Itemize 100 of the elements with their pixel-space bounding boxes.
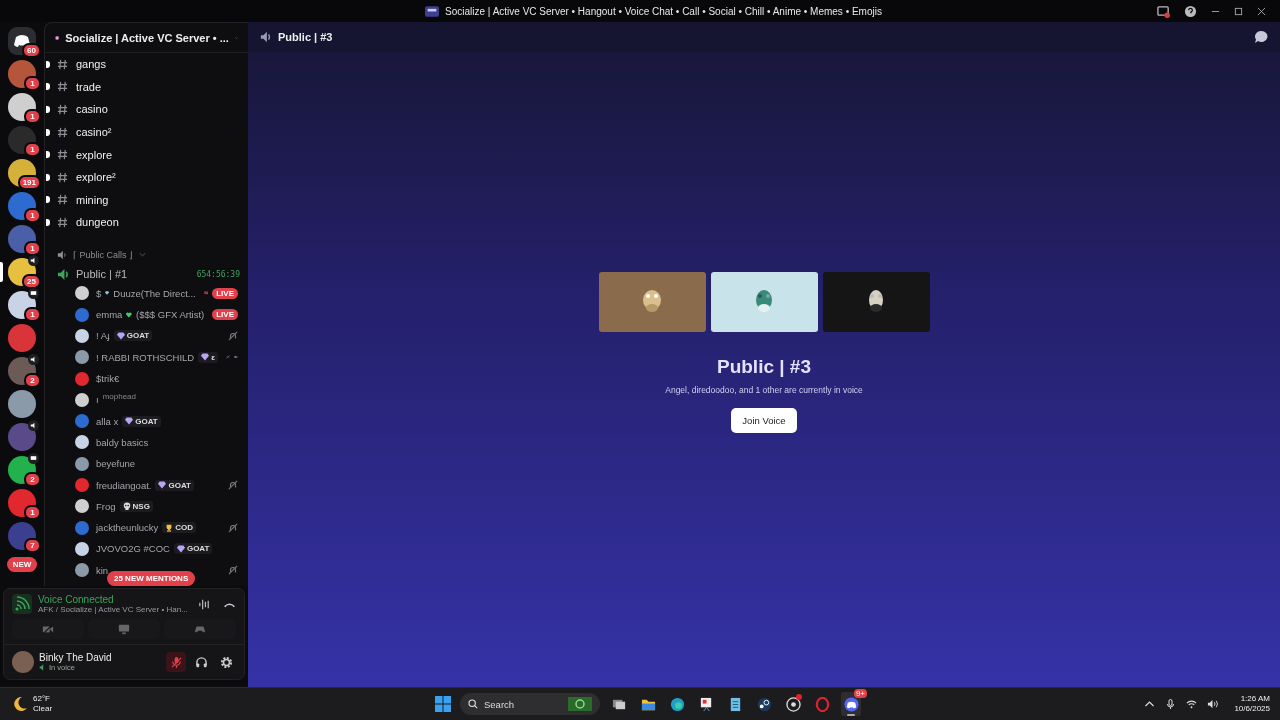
home-icon[interactable] xyxy=(8,27,36,55)
headphones-icon xyxy=(194,655,208,669)
member-name: ! RABBI ROTHSCHILD xyxy=(96,351,195,363)
speaker-icon xyxy=(57,249,67,260)
weather-condition: Clear xyxy=(33,704,53,714)
new-pill[interactable]: NEW xyxy=(6,557,38,572)
maximize-icon[interactable] xyxy=(1234,6,1243,16)
unread-badge: 1 xyxy=(24,307,41,322)
speaker-icon xyxy=(57,267,70,281)
channel-name[interactable]: explore² xyxy=(76,171,116,184)
channel-name[interactable]: explore xyxy=(76,148,113,161)
channel-name[interactable]: trade xyxy=(76,80,102,93)
avatar[interactable] xyxy=(75,499,89,514)
server-icon[interactable] xyxy=(8,390,36,418)
chat-icon[interactable] xyxy=(1254,30,1268,44)
channel-name[interactable]: mining xyxy=(76,193,109,206)
member-name: Frog xyxy=(96,500,116,512)
avatar[interactable] xyxy=(75,286,89,301)
channel-name[interactable]: gangs xyxy=(76,58,106,71)
start-icon[interactable] xyxy=(435,696,451,712)
speaker-icon xyxy=(260,31,272,43)
search-icon xyxy=(468,699,478,709)
help-icon[interactable] xyxy=(1184,4,1197,18)
tag-label: NSG xyxy=(132,501,150,511)
avatar[interactable] xyxy=(75,435,89,450)
temperature: 62°F xyxy=(33,694,51,704)
chevron-up-icon[interactable] xyxy=(1144,699,1156,709)
member-name: JVOVO2G #COC xyxy=(96,543,170,555)
server-icon xyxy=(425,5,440,17)
muted-icon xyxy=(228,331,238,341)
microphone-icon[interactable] xyxy=(1165,699,1177,709)
channel-name[interactable]: casino² xyxy=(76,126,112,139)
volume-icon[interactable] xyxy=(1207,699,1219,709)
avatar[interactable] xyxy=(75,456,89,471)
hash-icon xyxy=(57,126,68,138)
screen-icon xyxy=(28,453,39,464)
avatar[interactable] xyxy=(75,563,89,578)
user-avatar[interactable] xyxy=(12,651,34,673)
tag-label: GOAT xyxy=(186,544,210,554)
channel-name[interactable]: dungeon xyxy=(76,216,119,229)
speaker-icon xyxy=(39,664,46,671)
member-subtitle: mophead xyxy=(102,392,136,402)
avatar[interactable] xyxy=(75,329,89,343)
new-mentions-pill[interactable]: 25 NEW MENTIONS xyxy=(107,571,196,586)
avatar[interactable] xyxy=(75,392,89,407)
hash-icon xyxy=(57,149,68,161)
clock-time[interactable]: 1:26 AM xyxy=(1240,694,1270,704)
stage-subtitle: Angel, diredoodoo, and 1 other are currently in voice xyxy=(665,385,863,395)
live-badge: LIVE xyxy=(212,309,238,321)
microphone-button[interactable] xyxy=(166,652,186,672)
wifi-icon[interactable] xyxy=(1186,699,1198,709)
unread-badge: 60 xyxy=(22,43,41,58)
member-name: beyefune xyxy=(96,458,136,470)
category-name[interactable]: ⌈ Public Calls ⌋ xyxy=(73,249,134,260)
gem-icon xyxy=(158,481,167,490)
speaker-icon xyxy=(28,354,39,365)
hash-icon xyxy=(57,104,68,115)
moon-icon[interactable] xyxy=(12,696,28,712)
hash-icon xyxy=(57,194,68,206)
member-name: $ xyxy=(96,287,102,299)
globe-icon[interactable] xyxy=(669,696,685,712)
unread-badge: 1 xyxy=(24,241,41,256)
unread-badge: 2 xyxy=(24,373,41,388)
avatar[interactable] xyxy=(75,541,89,556)
voice-location[interactable]: AFK / Socialize | Active VC Server • Han... xyxy=(38,605,186,614)
active-indicator xyxy=(847,714,855,716)
unread-badge: 1 xyxy=(24,76,41,91)
unread-badge: 1 xyxy=(24,142,41,157)
join-voice-button[interactable]: Join Voice xyxy=(731,408,797,433)
screen-share-icon[interactable] xyxy=(1157,4,1170,18)
unread-badge: 1 xyxy=(24,505,41,520)
heart-icon xyxy=(126,310,133,319)
member-name: baldy basics xyxy=(96,436,149,448)
sound-wave-icon[interactable] xyxy=(198,597,211,611)
settings-icon xyxy=(219,655,233,669)
channel-name[interactable]: casino xyxy=(76,103,108,116)
avatar[interactable] xyxy=(75,350,89,365)
unread-badge: 7 xyxy=(24,538,41,553)
muted-icon xyxy=(228,565,238,576)
trophy-icon xyxy=(165,523,174,532)
speaker-icon xyxy=(28,420,39,431)
gem-icon xyxy=(201,353,210,362)
camera-off-icon xyxy=(42,623,54,635)
server-icon[interactable] xyxy=(8,93,36,121)
clock-date[interactable]: 10/6/2025 xyxy=(1234,704,1270,714)
voice-status: Voice Connected xyxy=(38,594,115,605)
member-name: kin xyxy=(96,564,109,576)
member-name: freudiangoat. xyxy=(96,479,152,491)
call-timer: 654:56:39 xyxy=(196,269,240,279)
close-icon[interactable] xyxy=(1257,6,1266,16)
member-name: ($$$ GFX Artist) xyxy=(136,309,205,321)
tag-label: COD xyxy=(175,523,194,533)
tag-label: GOAT xyxy=(168,480,191,490)
hash-icon xyxy=(57,216,68,228)
voice-channel-name[interactable]: Public | #1 xyxy=(76,268,128,281)
member-name: Duuze(The Direct... xyxy=(113,287,196,299)
member-name: jacktheunlucky xyxy=(96,522,159,534)
controller-icon[interactable] xyxy=(843,696,859,712)
member-name: ı xyxy=(96,394,99,406)
search-highlight-icon xyxy=(568,697,592,711)
